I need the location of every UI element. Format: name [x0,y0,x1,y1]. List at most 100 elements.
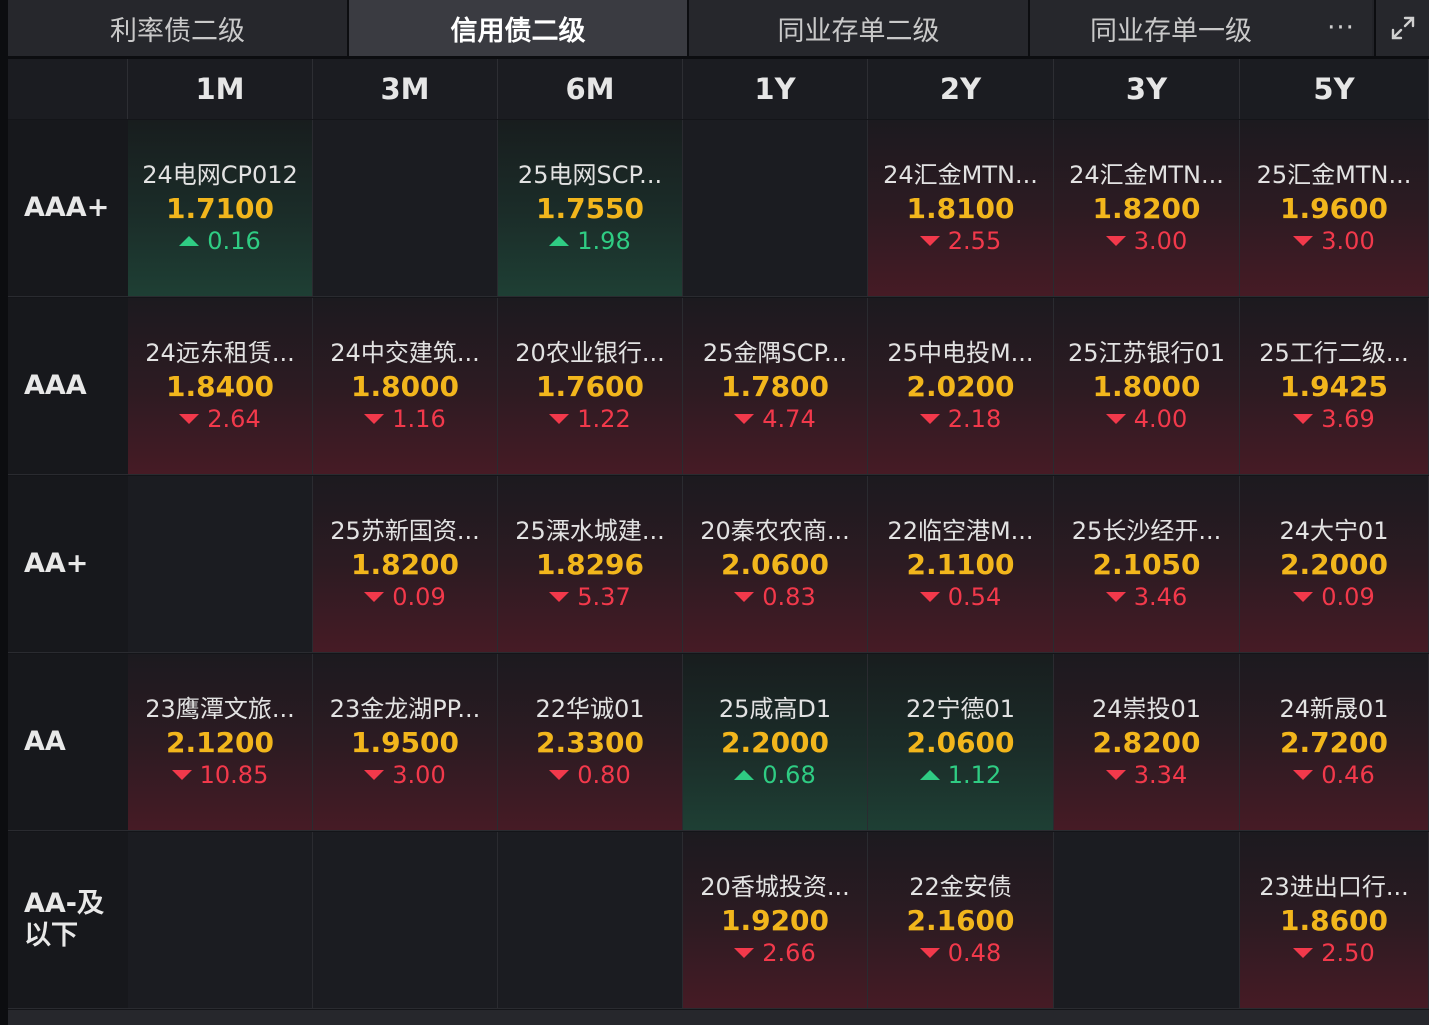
bond-change-value: 2.66 [762,939,816,967]
bond-yield: 1.7600 [535,370,645,403]
tab-credit-bond-secondary[interactable]: 信用债二级 [349,0,689,56]
empty-cell [128,476,313,653]
bond-change-value: 2.18 [947,405,1002,433]
bond-name: 22临空港M... [887,517,1034,545]
quote-cell[interactable]: 24大宁01 2.2000 0.09 [1240,476,1429,653]
triangle-down-icon [1105,592,1126,602]
bond-change: 0.48 [919,938,1002,968]
empty-cell [313,120,498,297]
bond-yield: 1.9600 [1279,192,1389,225]
triangle-up-icon [179,236,200,246]
triangle-down-icon [1293,770,1314,780]
bond-change-value: 1.12 [947,761,1002,789]
tab-rate-bond-secondary[interactable]: 利率债二级 [8,0,349,56]
column-header-3m: 3M [313,59,498,119]
bond-change-value: 1.98 [577,227,631,255]
bond-name: 25溧水城建... [515,517,665,545]
bond-yield: 1.8000 [1092,370,1201,403]
more-icon[interactable]: ··· [1310,0,1372,56]
bond-yield: 1.9200 [720,904,830,937]
bond-name: 23鹰潭文旅... [145,695,295,723]
quote-cell[interactable]: 25工行二级... 1.9425 3.69 [1240,298,1429,475]
bond-name: 22宁德01 [905,695,1016,723]
bond-name: 22金安债 [909,873,1012,901]
bond-name: 25汇金MTN... [1256,161,1412,189]
triangle-down-icon [1293,236,1314,246]
quote-cell[interactable]: 25长沙经开... 2.1050 3.46 [1054,476,1240,653]
bond-change-value: 10.85 [199,761,269,789]
bond-quote-board: 利率债二级 信用债二级 同业存单二级 同业存单一级 ··· 1M 3M 6M 1Y 2Y… [0,0,1429,1025]
bond-yield: 1.7800 [720,370,830,403]
expand-arrows-icon [1391,16,1414,40]
bond-yield: 1.8100 [906,192,1015,225]
bond-change: 1.22 [549,404,631,434]
quote-cell[interactable]: 24远东租赁... 1.8400 2.64 [128,298,313,475]
bond-name: 25中电投M... [887,339,1034,367]
quote-cell[interactable]: 25中电投M... 2.0200 2.18 [868,298,1054,475]
quote-cell[interactable]: 24新晟01 2.7200 0.46 [1240,654,1429,831]
bond-change-value: 1.16 [392,405,446,433]
bond-name: 20香城投资... [700,873,850,901]
quote-cell[interactable]: 22金安债 2.1600 0.48 [868,832,1054,1009]
row-label-rating: AA-及 以下 [8,832,128,1009]
bond-name: 25工行二级... [1259,339,1409,367]
bond-name: 25咸高D1 [718,695,832,723]
triangle-down-icon [919,414,940,424]
bond-change: 10.85 [171,760,269,790]
quote-cell[interactable]: 20农业银行... 1.7600 1.22 [498,298,683,475]
quote-cell[interactable]: 25苏新国资... 1.8200 0.09 [313,476,498,653]
quote-cell[interactable]: 23金龙湖PP... 1.9500 3.00 [313,654,498,831]
header-corner [8,59,128,119]
quote-cell[interactable]: 22临空港M... 2.1100 0.54 [868,476,1054,653]
bond-change-value: 0.54 [947,583,1002,611]
quote-cell[interactable]: 25汇金MTN... 1.9600 3.00 [1240,120,1429,297]
bond-yield: 1.8400 [165,370,275,403]
bond-name: 25江苏银行01 [1067,339,1226,367]
quote-cell[interactable]: 20秦农农商... 2.0600 0.83 [683,476,868,653]
expand-icon[interactable] [1374,0,1429,56]
triangle-down-icon [734,414,755,424]
row-label-rating: AAA [8,298,128,475]
bond-change-value: 4.00 [1133,405,1188,433]
bond-change-value: 3.34 [1133,761,1188,789]
bond-name: 23金龙湖PP... [329,695,481,723]
bond-yield: 2.1050 [1092,548,1201,581]
triangle-down-icon [734,948,755,958]
bond-name: 24远东租赁... [145,339,295,367]
tab-ncd-secondary[interactable]: 同业存单二级 [689,0,1030,56]
quote-cell[interactable]: 25咸高D1 2.2000 0.68 [683,654,868,831]
bond-yield: 2.7200 [1279,726,1389,759]
quote-cell[interactable]: 22宁德01 2.0600 1.12 [868,654,1054,831]
quote-cell[interactable]: 24崇投01 2.8200 3.34 [1054,654,1240,831]
tab-ncd-primary[interactable]: 同业存单一级 [1030,0,1312,56]
bond-change-value: 0.48 [947,939,1002,967]
quote-cell[interactable]: 24汇金MTN... 1.8100 2.55 [868,120,1054,297]
quote-cell[interactable]: 25溧水城建... 1.8296 5.37 [498,476,683,653]
column-header-1y: 1Y [683,59,868,119]
bond-yield: 2.0600 [720,548,830,581]
quote-cell[interactable]: 25电网SCP... 1.7550 1.98 [498,120,683,297]
quote-cell[interactable]: 25金隅SCP... 1.7800 4.74 [683,298,868,475]
bond-change: 0.46 [1293,760,1375,790]
bond-change-value: 2.50 [1321,939,1375,967]
quote-cell[interactable]: 24汇金MTN... 1.8200 3.00 [1054,120,1240,297]
triangle-down-icon [919,236,940,246]
quote-cell[interactable]: 23进出口行... 1.8600 2.50 [1240,832,1429,1009]
bond-change: 2.18 [919,404,1002,434]
bond-change: 2.64 [179,404,261,434]
bond-change-value: 0.83 [762,583,816,611]
quote-cell[interactable]: 22华诚01 2.3300 0.80 [498,654,683,831]
quote-cell[interactable]: 24中交建筑... 1.8000 1.16 [313,298,498,475]
bond-yield: 2.2000 [1279,548,1389,581]
quote-cell[interactable]: 25江苏银行01 1.8000 4.00 [1054,298,1240,475]
quote-cell[interactable]: 20香城投资... 1.9200 2.66 [683,832,868,1009]
bond-change-value: 2.64 [207,405,261,433]
quote-cell[interactable]: 24电网CP012 1.7100 0.16 [128,120,313,297]
bond-yield: 1.8000 [350,370,460,403]
bond-yield: 2.3300 [535,726,645,759]
row-label-rating: AAA+ [8,120,128,297]
triangle-down-icon [549,592,570,602]
bond-name: 25长沙经开... [1071,517,1222,545]
quote-cell[interactable]: 23鹰潭文旅... 2.1200 10.85 [128,654,313,831]
horizontal-scrollbar[interactable] [8,1010,1429,1025]
